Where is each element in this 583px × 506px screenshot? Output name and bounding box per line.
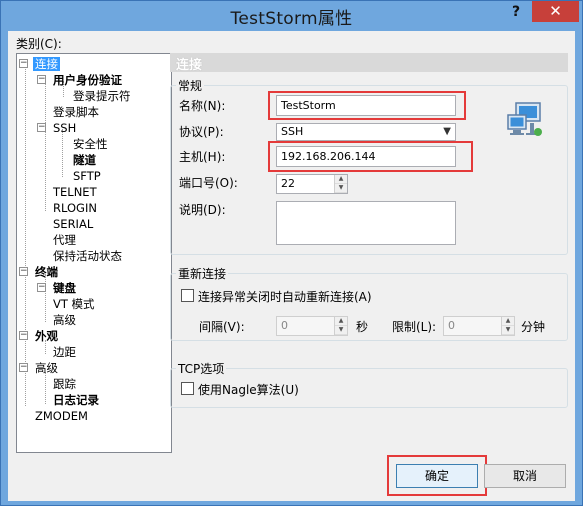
description-field[interactable] [276, 201, 456, 245]
collapse-icon[interactable]: − [37, 283, 46, 292]
chevron-down-icon[interactable]: ▼ [443, 124, 451, 140]
tree-item-tunnel[interactable]: 隧道 [71, 152, 98, 168]
tree-item-advanced[interactable]: 高级 [51, 312, 78, 328]
category-tree[interactable]: − 连接 − 用户身份验证 登录提示符 登录脚本 − SSH 安全性 隧道 SF… [16, 53, 172, 453]
title-bar[interactable]: TestStorm属性 ? ✕ [1, 1, 582, 31]
tree-item-auth[interactable]: − 用户身份验证 [37, 72, 124, 88]
tree-line [45, 81, 46, 211]
spin-up-icon[interactable]: ▲ [335, 175, 347, 184]
limit-spinner[interactable]: 0 ▲ ▼ [443, 316, 515, 336]
general-group-title: 常规 [176, 77, 205, 94]
tree-item-login-prompts[interactable]: 登录提示符 [71, 88, 133, 104]
spin-down-icon[interactable]: ▼ [335, 184, 347, 193]
panel-title: 连接 [176, 58, 203, 73]
name-label: 名称(N): [179, 99, 226, 113]
network-icon [507, 102, 542, 136]
spin-up-icon[interactable]: ▲ [335, 317, 347, 326]
properties-dialog: TestStorm属性 ? ✕ 类别(C): − 连接 − 用户身份验证 登录提… [0, 0, 583, 506]
protocol-value: SSH [281, 125, 304, 138]
tree-item-proxy[interactable]: 代理 [51, 232, 78, 248]
tree-item-trace[interactable]: 跟踪 [51, 376, 78, 392]
port-spin-buttons[interactable]: ▲ ▼ [334, 175, 347, 193]
collapse-icon[interactable]: − [19, 59, 28, 68]
tree-item-connection[interactable]: − 连接 [19, 56, 60, 72]
interval-spin-buttons[interactable]: ▲ ▼ [334, 317, 347, 335]
tree-item-vt-mode[interactable]: VT 模式 [51, 296, 97, 312]
collapse-icon[interactable]: − [19, 363, 28, 372]
tree-line [62, 129, 63, 177]
limit-value: 0 [448, 319, 455, 332]
protocol-label: 协议(P): [179, 125, 224, 139]
tree-item-telnet[interactable]: TELNET [51, 184, 99, 200]
protocol-select[interactable]: SSH ▼ [276, 123, 456, 141]
interval-spinner[interactable]: 0 ▲ ▼ [276, 316, 348, 336]
category-label: 类别(C): [16, 37, 62, 51]
seconds-label: 秒 [356, 320, 369, 334]
interval-value: 0 [281, 319, 288, 332]
tree-item-advanced-root[interactable]: − 高级 [19, 360, 60, 376]
auto-reconnect-label: 连接异常关闭时自动重新连接(A) [198, 290, 372, 304]
tree-line [25, 64, 26, 406]
tree-item-margin[interactable]: 边距 [51, 344, 78, 360]
tree-item-logging[interactable]: 日志记录 [51, 392, 101, 408]
help-button[interactable]: ? [509, 2, 523, 22]
ok-button[interactable]: 确定 [396, 464, 478, 488]
limit-spin-buttons[interactable]: ▲ ▼ [501, 317, 514, 335]
window-title: TestStorm属性 [230, 9, 353, 29]
minutes-label: 分钟 [521, 320, 546, 334]
tree-item-sftp[interactable]: SFTP [71, 168, 103, 184]
port-spinner[interactable]: 22 ▲ ▼ [276, 174, 348, 194]
panel-header: 连接 [170, 53, 568, 73]
host-label: 主机(H): [179, 150, 226, 164]
interval-label: 间隔(V): [199, 320, 245, 334]
collapse-icon[interactable]: − [19, 267, 28, 276]
tree-item-keyboard[interactable]: − 键盘 [37, 280, 78, 296]
spin-down-icon[interactable]: ▼ [335, 326, 347, 335]
tcp-group-title: TCP选项 [176, 360, 227, 377]
tree-item-login-script[interactable]: 登录脚本 [51, 104, 101, 120]
description-label: 说明(D): [179, 203, 226, 217]
limit-label: 限制(L): [392, 320, 437, 334]
tree-item-ssh[interactable]: − SSH [37, 120, 78, 136]
spin-up-icon[interactable]: ▲ [502, 317, 514, 326]
nagle-label: 使用Nagle算法(U) [198, 383, 299, 397]
tree-item-terminal[interactable]: − 终端 [19, 264, 60, 280]
port-value: 22 [281, 177, 295, 190]
spin-down-icon[interactable]: ▼ [502, 326, 514, 335]
highlight-box-host [268, 141, 473, 172]
collapse-icon[interactable]: − [37, 75, 46, 84]
tree-line [45, 372, 46, 404]
cancel-button[interactable]: 取消 [484, 464, 566, 488]
tree-item-serial[interactable]: SERIAL [51, 216, 95, 232]
nagle-checkbox[interactable] [181, 382, 194, 395]
highlight-box-name [268, 91, 466, 120]
port-label: 端口号(O): [179, 176, 238, 190]
collapse-icon[interactable]: − [37, 123, 46, 132]
tree-item-zmodem[interactable]: ZMODEM [33, 408, 90, 424]
tree-item-security[interactable]: 安全性 [71, 136, 110, 152]
reconnect-group-title: 重新连接 [176, 265, 229, 282]
collapse-icon[interactable]: − [19, 331, 28, 340]
close-button[interactable]: ✕ [532, 1, 579, 22]
tree-item-rlogin[interactable]: RLOGIN [51, 200, 99, 216]
dialog-client-area: 类别(C): − 连接 − 用户身份验证 登录提示符 登录脚本 − SSH 安全… [8, 31, 575, 501]
tree-item-appearance[interactable]: − 外观 [19, 328, 60, 344]
tree-item-keepalive[interactable]: 保持活动状态 [51, 248, 124, 264]
auto-reconnect-checkbox[interactable] [181, 289, 194, 302]
